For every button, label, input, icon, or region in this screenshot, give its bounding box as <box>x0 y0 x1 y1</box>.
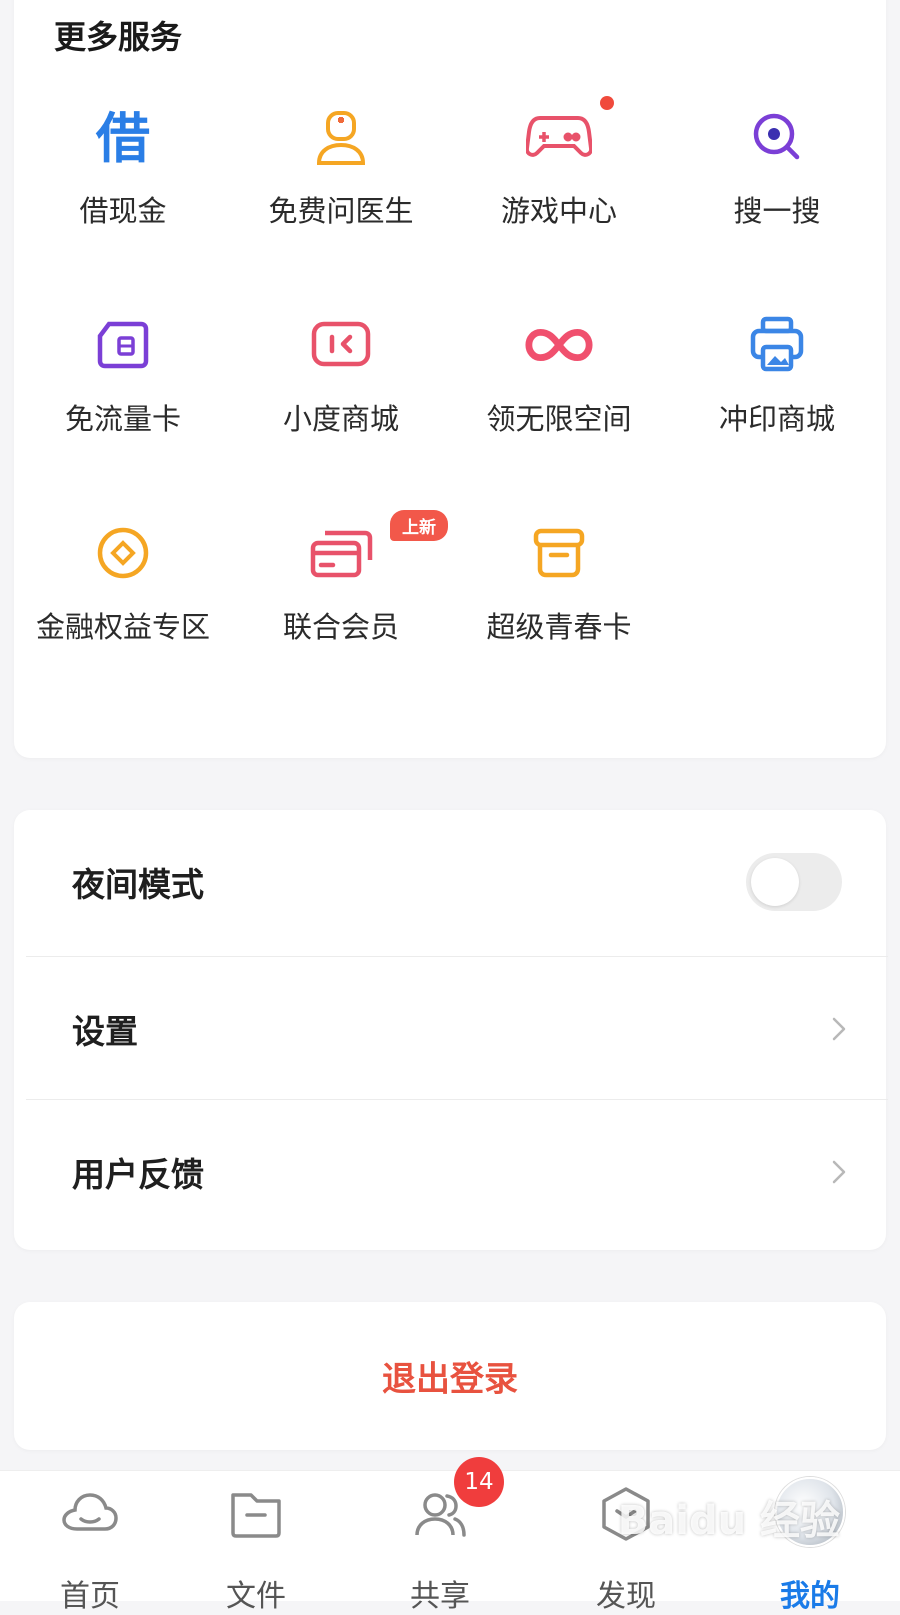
tab-label: 首页 <box>60 1579 120 1614</box>
service-label: 小度商城 <box>282 402 399 436</box>
tab-label: 共享 <box>410 1579 470 1614</box>
service-finance-zone[interactable]: 金融权益专区 <box>14 486 232 686</box>
box-icon <box>524 518 594 588</box>
settings-label: 设置 <box>72 1011 138 1051</box>
section-title: 更多服务 <box>54 18 183 56</box>
service-youth-card[interactable]: 超级青春卡 <box>450 486 668 686</box>
service-label: 搜一搜 <box>733 194 821 228</box>
doctor-icon <box>306 102 376 172</box>
service-label: 领无限空间 <box>486 402 632 436</box>
settings-row[interactable]: 设置 <box>14 957 886 1100</box>
gamepad-icon <box>524 102 594 172</box>
night-mode-row: 夜间模式 <box>14 810 886 953</box>
service-search[interactable]: 搜一搜 <box>668 70 886 270</box>
sim-card-icon <box>88 310 158 380</box>
xiaodu-icon <box>306 310 376 380</box>
service-joint-membership[interactable]: 上新 联合会员 <box>232 486 450 686</box>
svg-text:借: 借 <box>95 107 150 169</box>
infinity-icon <box>524 310 594 380</box>
service-free-doctor[interactable]: 免费问医生 <box>232 70 450 270</box>
service-game-center[interactable]: 游戏中心 <box>450 70 668 270</box>
feedback-row[interactable]: 用户反馈 <box>14 1100 886 1243</box>
coin-icon <box>88 518 158 588</box>
tab-files[interactable]: 文件 <box>166 1471 346 1614</box>
service-label: 联合会员 <box>282 610 399 644</box>
service-unlimited-space[interactable]: 领无限空间 <box>450 278 668 478</box>
service-label: 借现金 <box>79 194 167 228</box>
tab-label: 我的 <box>780 1579 840 1614</box>
service-borrow-cash[interactable]: 借 借现金 <box>14 70 232 270</box>
more-services-card: 更多服务 借 借现金 免费问医生 游戏中心 搜一搜 免流量卡 小度商城 领无限空… <box>14 0 886 758</box>
chevron-right-icon <box>832 1160 846 1183</box>
search-icon <box>742 102 812 172</box>
logout-button[interactable]: 退出登录 <box>14 1302 886 1450</box>
settings-card: 夜间模式 设置 用户反馈 <box>14 810 888 1250</box>
tab-share[interactable]: 14 共享 <box>350 1457 530 1614</box>
cloud-icon <box>62 1493 118 1531</box>
folder-icon <box>231 1493 281 1538</box>
share-count-badge: 14 <box>454 1457 504 1507</box>
service-free-data-card[interactable]: 免流量卡 <box>14 278 232 478</box>
service-label: 游戏中心 <box>500 194 617 228</box>
night-mode-toggle[interactable] <box>746 852 842 911</box>
logout-label: 退出登录 <box>382 1359 518 1400</box>
tab-home[interactable]: 首页 <box>0 1471 180 1614</box>
cards-icon <box>306 518 376 588</box>
tab-label: 发现 <box>596 1579 656 1614</box>
tab-label: 文件 <box>226 1579 286 1614</box>
service-label: 免流量卡 <box>64 402 181 436</box>
service-label: 免费问医生 <box>268 194 414 228</box>
toggle-knob <box>751 857 799 906</box>
night-mode-label: 夜间模式 <box>72 864 204 904</box>
printer-icon <box>742 310 812 380</box>
watermark-text: Baidu 经验 <box>617 1498 840 1544</box>
service-label: 超级青春卡 <box>486 610 632 644</box>
new-dot-indicator <box>600 96 614 110</box>
new-badge: 上新 <box>390 510 448 541</box>
borrow-char-icon: 借 <box>88 102 158 172</box>
chevron-right-icon <box>832 1017 846 1040</box>
service-label: 金融权益专区 <box>35 610 210 644</box>
service-xiaodu-mall[interactable]: 小度商城 <box>232 278 450 478</box>
feedback-label: 用户反馈 <box>72 1154 204 1194</box>
service-label: 冲印商城 <box>718 402 835 436</box>
service-print-mall[interactable]: 冲印商城 <box>668 278 886 478</box>
